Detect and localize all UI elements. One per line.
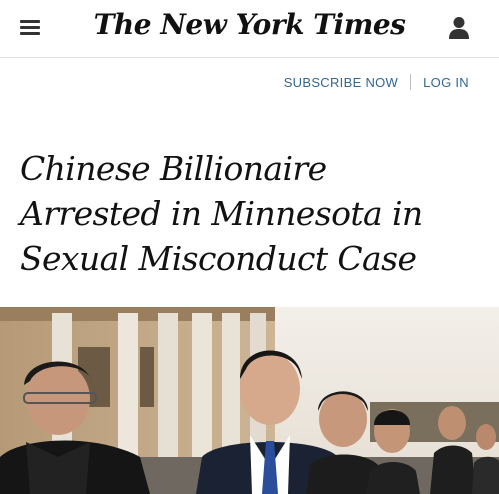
account-links: SUBSCRIBE NOW LOG IN	[284, 74, 469, 90]
link-divider	[410, 74, 412, 90]
nyt-logo[interactable]: The New York Times	[0, 8, 499, 41]
headline-line: Arrested in Minnesota in	[20, 194, 423, 233]
article-lead-photo[interactable]	[0, 307, 499, 494]
log-in-link[interactable]: LOG IN	[423, 75, 469, 90]
subscribe-now-link[interactable]: SUBSCRIBE NOW	[284, 75, 398, 90]
article-headline[interactable]: Chinese Billionaire Arrested in Minnesota…	[20, 146, 460, 281]
top-navigation-bar: The New York Times	[0, 0, 499, 58]
headline-line: Sexual Misconduct Case	[20, 239, 417, 278]
headline-line: Chinese Billionaire	[20, 149, 327, 188]
user-account-icon[interactable]	[448, 16, 470, 40]
